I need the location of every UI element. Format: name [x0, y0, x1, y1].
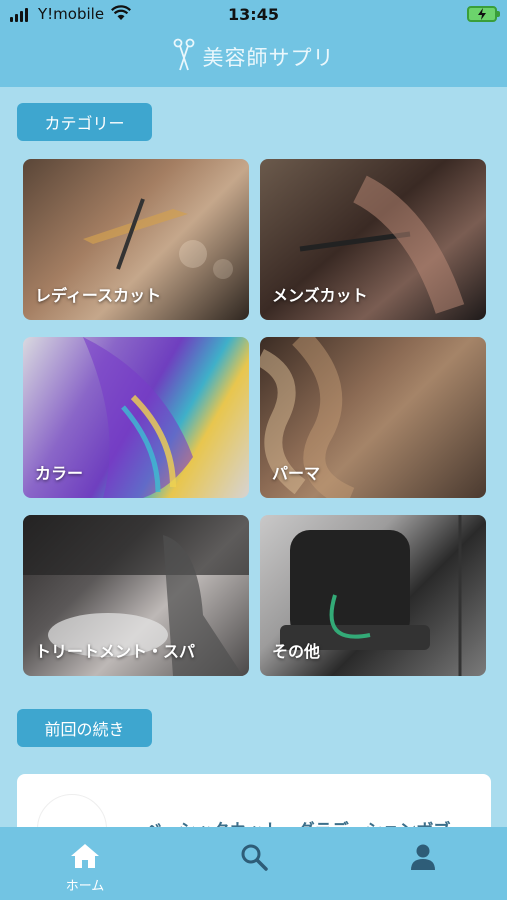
status-time: 13:45 [228, 5, 279, 24]
app-title-text: 美容師サプリ [202, 46, 335, 70]
category-other[interactable]: その他 [260, 515, 486, 676]
category-label: トリートメント・スパ [35, 642, 196, 661]
scissors-icon [173, 38, 195, 77]
category-color[interactable]: カラー [23, 337, 249, 498]
nav-home-label: ホーム [65, 879, 105, 894]
category-label: レディースカット [35, 286, 162, 305]
nav-search[interactable] [214, 827, 294, 900]
status-bar: Y!mobile 13:45 [0, 0, 507, 30]
category-mens-cut[interactable]: メンズカット [260, 159, 486, 320]
search-icon [240, 827, 268, 875]
battery-icon [467, 6, 500, 22]
app-title: 美容師サプリ [0, 38, 507, 77]
user-icon [410, 827, 436, 875]
category-treatment-spa[interactable]: トリートメント・スパ [23, 515, 249, 676]
category-label: メンズカット [272, 286, 368, 305]
category-label: カラー [35, 464, 84, 483]
category-label: その他 [272, 642, 321, 661]
nav-home[interactable]: ホーム [45, 827, 125, 900]
bottom-nav: ホーム [0, 827, 507, 900]
nav-user[interactable] [383, 827, 463, 900]
home-icon [70, 827, 100, 873]
category-ladies-cut[interactable]: レディースカット [23, 159, 249, 320]
app-header: Y!mobile 13:45 美容師サプリ [0, 0, 507, 87]
category-label: パーマ [272, 464, 321, 483]
category-perm[interactable]: パーマ [260, 337, 486, 498]
continue-section-label: 前回の続き [17, 709, 152, 747]
category-section-label: カテゴリー [17, 103, 152, 141]
